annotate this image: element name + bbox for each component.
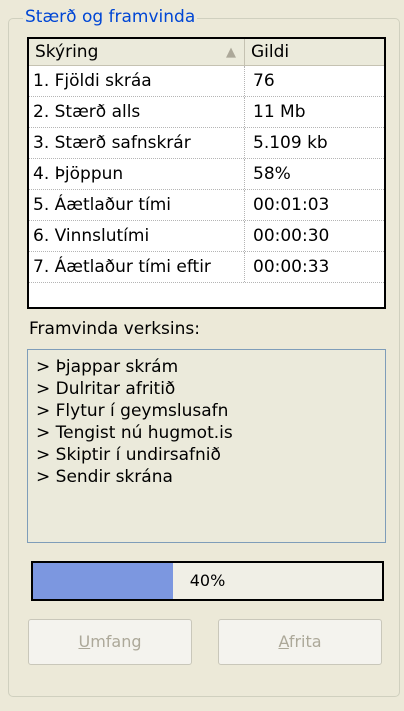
table-row[interactable]: 1. Fjöldi skráa 76 (29, 66, 384, 97)
column-header-value-label: Gildi (251, 42, 290, 62)
table-row[interactable]: 5. Áætlaður tími 00:01:03 (29, 190, 384, 221)
scope-button-label: mfang (90, 632, 142, 651)
group-title: Stærð og framvinda (23, 7, 198, 27)
log-line: > Þjappar skrám (36, 357, 179, 377)
row-label: 7. Áætlaður tími eftir (29, 252, 245, 282)
backup-button-label: frita (288, 632, 322, 651)
row-value: 11 Mb (253, 102, 306, 122)
scope-button-mnemonic: U (78, 632, 91, 651)
row-value: 00:00:33 (253, 257, 330, 277)
log-line: > Flytur í geymslusafn (36, 401, 229, 421)
table-row[interactable]: 7. Áætlaður tími eftir 00:00:33 (29, 252, 384, 283)
list-header: Skýring ▲ Gildi (29, 39, 384, 66)
progress-label: Framvinda verksins: (29, 319, 200, 339)
scope-button[interactable]: Umfang (28, 619, 192, 665)
row-label: 2. Stærð alls (29, 97, 245, 127)
row-value: 00:00:30 (253, 226, 330, 246)
column-header-value[interactable]: Gildi (245, 39, 384, 65)
progress-percent: 40% (189, 571, 226, 590)
row-label: 6. Vinnslutími (29, 221, 245, 251)
backup-button-mnemonic: A (278, 632, 289, 651)
row-value: 58% (253, 164, 291, 184)
sort-ascending-icon: ▲ (226, 45, 236, 60)
log-line: > Skiptir í undirsafnið (36, 445, 221, 465)
stats-list[interactable]: Skýring ▲ Gildi 1. Fjöldi skráa 76 2. St… (27, 37, 386, 309)
table-row[interactable]: 2. Stærð alls 11 Mb (29, 97, 384, 128)
log-line: > Dulritar afritið (36, 379, 176, 399)
row-label: 4. Þjöppun (29, 159, 245, 189)
table-row[interactable]: 6. Vinnslutími 00:00:30 (29, 221, 384, 252)
row-label: 3. Stærð safnskrár (29, 128, 245, 158)
table-row[interactable]: 4. Þjöppun 58% (29, 159, 384, 190)
row-value: 5.109 kb (253, 133, 328, 153)
progress-bar: 40% (31, 561, 384, 601)
column-header-description-label: Skýring (35, 42, 99, 62)
log-line: > Sendir skrána (36, 467, 173, 487)
row-value: 76 (253, 71, 275, 91)
backup-button[interactable]: Afrita (218, 619, 382, 665)
progress-log[interactable]: > Þjappar skrám > Dulritar afritið > Fly… (27, 349, 386, 543)
table-row[interactable]: 3. Stærð safnskrár 5.109 kb (29, 128, 384, 159)
column-header-description[interactable]: Skýring ▲ (29, 39, 245, 65)
row-label: 5. Áætlaður tími (29, 190, 245, 220)
row-value: 00:01:03 (253, 195, 330, 215)
row-label: 1. Fjöldi skráa (29, 66, 245, 96)
log-line: > Tengist nú hugmot.is (36, 423, 233, 443)
